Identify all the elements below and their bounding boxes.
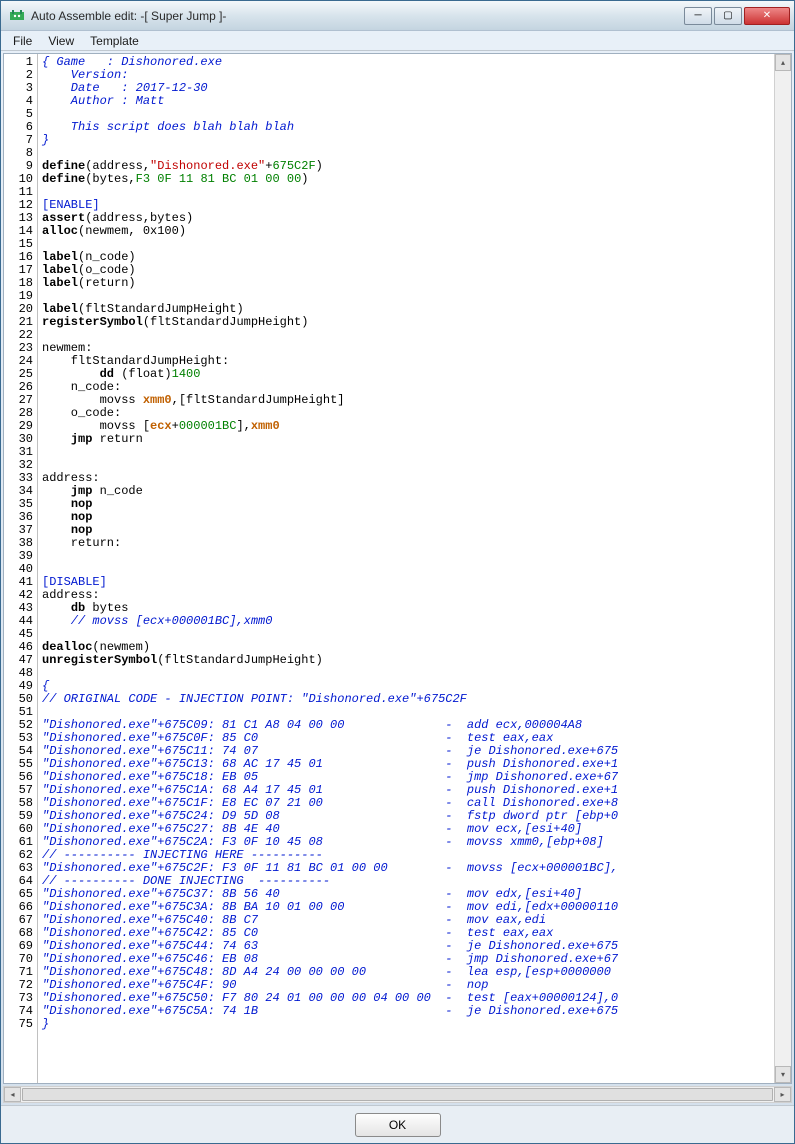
maximize-button[interactable]: ▢ [714, 7, 742, 25]
line-number-gutter: 1234567891011121314151617181920212223242… [4, 54, 38, 1083]
menu-template[interactable]: Template [82, 32, 147, 50]
auto-assemble-window: Auto Assemble edit: -[ Super Jump ]- ─ ▢… [0, 0, 795, 1144]
menu-file[interactable]: File [5, 32, 40, 50]
minimize-button[interactable]: ─ [684, 7, 712, 25]
ok-button[interactable]: OK [355, 1113, 441, 1137]
app-icon [9, 8, 25, 24]
scroll-down-button[interactable]: ▾ [775, 1066, 791, 1083]
scroll-left-button[interactable]: ◂ [4, 1087, 21, 1102]
code-area[interactable]: { Game : Dishonored.exe Version: Date : … [38, 54, 791, 1083]
scroll-up-button[interactable]: ▴ [775, 54, 791, 71]
horizontal-scrollbar[interactable]: ◂ ▸ [3, 1086, 792, 1103]
close-button[interactable]: ✕ [744, 7, 790, 25]
menubar: File View Template [1, 31, 794, 51]
titlebar[interactable]: Auto Assemble edit: -[ Super Jump ]- ─ ▢… [1, 1, 794, 31]
vertical-scrollbar[interactable]: ▴ ▾ [774, 54, 791, 1083]
bottom-panel: OK [1, 1105, 794, 1143]
window-title: Auto Assemble edit: -[ Super Jump ]- [31, 9, 682, 23]
scroll-right-button[interactable]: ▸ [774, 1087, 791, 1102]
horizontal-scroll-thumb[interactable] [22, 1088, 773, 1101]
code-editor[interactable]: 1234567891011121314151617181920212223242… [3, 53, 792, 1084]
menu-view[interactable]: View [40, 32, 82, 50]
